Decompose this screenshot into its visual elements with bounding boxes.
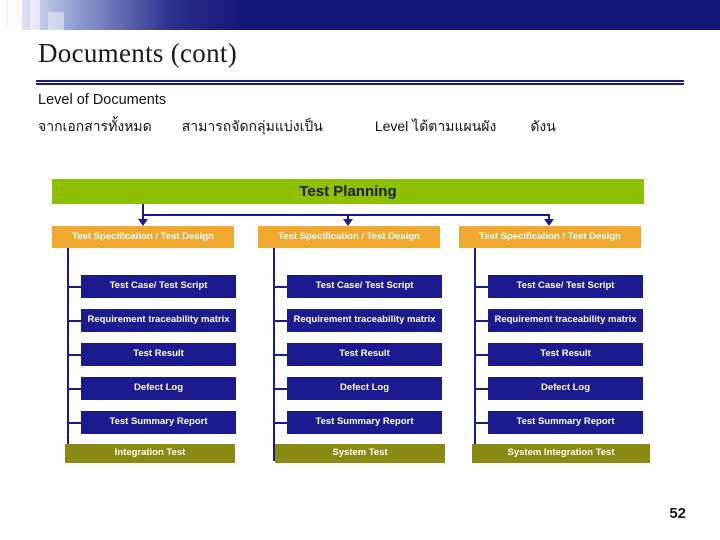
connector-branch-1-4 — [67, 388, 81, 390]
connector-branch-1-2 — [67, 320, 81, 322]
connector-branch-2-5 — [273, 422, 287, 424]
arrow-to-spec-1 — [138, 219, 148, 226]
page-number: 52 — [669, 505, 686, 522]
node-item-1-4[interactable]: Defect Log — [81, 377, 236, 400]
node-item-3-3[interactable]: Test Result — [488, 343, 643, 366]
connector-branch-2-1 — [273, 286, 287, 288]
connector-branch-3-3 — [474, 354, 488, 356]
arrow-to-spec-2 — [343, 219, 353, 226]
connector-branch-3-5 — [474, 422, 488, 424]
node-final-column-1[interactable]: Integration Test — [65, 444, 235, 463]
node-item-1-3[interactable]: Test Result — [81, 343, 236, 366]
node-item-2-1[interactable]: Test Case/ Test Script — [287, 275, 442, 298]
connector-branch-3-2 — [474, 320, 488, 322]
node-spec-column-2[interactable]: Test Specification / Test Design — [258, 226, 440, 248]
arrow-to-spec-3 — [544, 219, 554, 226]
node-item-3-1[interactable]: Test Case/ Test Script — [488, 275, 643, 298]
node-spec-column-3[interactable]: Test Specification / Test Design — [459, 226, 641, 248]
node-final-column-2[interactable]: System Test — [275, 444, 445, 463]
connector-branch-2-2 — [273, 320, 287, 322]
node-item-3-5[interactable]: Test Summary Report — [488, 411, 643, 434]
node-item-2-5[interactable]: Test Summary Report — [287, 411, 442, 434]
node-item-1-5[interactable]: Test Summary Report — [81, 411, 236, 434]
node-item-3-4[interactable]: Defect Log — [488, 377, 643, 400]
connector-branch-1-3 — [67, 354, 81, 356]
connector-branch-2-3 — [273, 354, 287, 356]
node-final-column-3[interactable]: System Integration Test — [472, 444, 650, 463]
connector-root-bus — [142, 214, 550, 216]
node-item-3-2[interactable]: Requirement traceability matrix — [488, 309, 643, 332]
connector-branch-1-5 — [67, 422, 81, 424]
node-item-2-4[interactable]: Defect Log — [287, 377, 442, 400]
connector-branch-3-4 — [474, 388, 488, 390]
connector-branch-2-4 — [273, 388, 287, 390]
node-spec-column-1[interactable]: Test Specification / Test Design — [52, 226, 234, 248]
connector-branch-1-1 — [67, 286, 81, 288]
node-item-1-1[interactable]: Test Case/ Test Script — [81, 275, 236, 298]
node-item-2-2[interactable]: Requirement traceability matrix — [287, 309, 442, 332]
node-item-2-3[interactable]: Test Result — [287, 343, 442, 366]
document-hierarchy-diagram: Test Planning Test Specification / Test … — [0, 0, 720, 540]
node-item-1-2[interactable]: Requirement traceability matrix — [81, 309, 236, 332]
node-test-planning[interactable]: Test Planning — [52, 179, 644, 204]
connector-branch-3-1 — [474, 286, 488, 288]
